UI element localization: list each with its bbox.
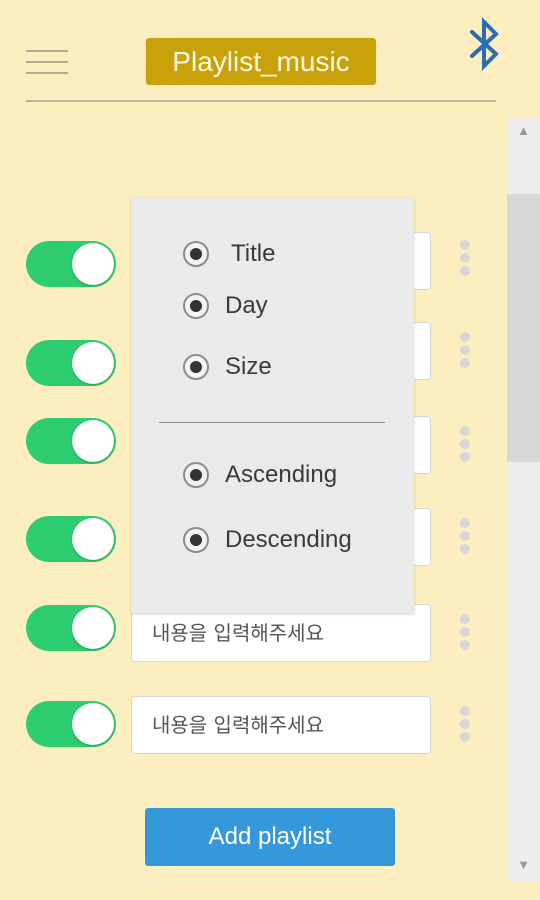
- toggle-knob: [72, 420, 114, 462]
- scroll-up-arrow-icon[interactable]: ▲: [507, 118, 540, 144]
- more-options-icon[interactable]: [458, 614, 472, 660]
- playlist-toggle[interactable]: [26, 340, 116, 386]
- hamburger-menu-icon[interactable]: [26, 50, 68, 76]
- sort-option-label: Size: [225, 353, 272, 380]
- radio-button[interactable]: [183, 241, 209, 267]
- scroll-down-arrow-icon[interactable]: ▼: [507, 852, 540, 878]
- order-option-descending[interactable]: Descending: [183, 524, 352, 556]
- more-options-icon[interactable]: [458, 426, 472, 472]
- header-divider: [26, 100, 496, 102]
- order-option-ascending[interactable]: Ascending: [183, 459, 337, 491]
- radio-button[interactable]: [183, 293, 209, 319]
- playlist-name-input[interactable]: [131, 696, 431, 754]
- toggle-knob: [72, 703, 114, 745]
- playlist-row: [0, 696, 500, 756]
- toggle-knob: [72, 342, 114, 384]
- more-options-icon[interactable]: [458, 706, 472, 752]
- popup-divider: [159, 422, 385, 423]
- page-title: Playlist_music: [146, 38, 376, 85]
- toggle-knob: [72, 518, 114, 560]
- playlist-toggle[interactable]: [26, 701, 116, 747]
- more-options-icon[interactable]: [458, 332, 472, 378]
- sort-option-size[interactable]: Size: [183, 351, 272, 383]
- sort-option-label: Day: [225, 292, 268, 319]
- sort-option-day[interactable]: Day: [183, 290, 268, 322]
- more-options-icon[interactable]: [458, 518, 472, 564]
- toggle-knob: [72, 607, 114, 649]
- sort-option-label: Title: [231, 240, 276, 267]
- order-option-label: Ascending: [225, 461, 338, 488]
- playlist-row: [0, 604, 500, 664]
- radio-button[interactable]: [183, 527, 209, 553]
- add-playlist-button[interactable]: Add playlist: [145, 808, 395, 866]
- sort-option-title[interactable]: Title: [183, 238, 275, 270]
- sort-options-popup: Title Day Size Ascending Descending: [131, 198, 414, 613]
- playlist-toggle[interactable]: [26, 241, 116, 287]
- more-options-icon[interactable]: [458, 240, 472, 286]
- order-option-label: Descending: [225, 526, 352, 553]
- scroll-thumb[interactable]: [507, 194, 540, 462]
- playlist-toggle[interactable]: [26, 418, 116, 464]
- radio-button[interactable]: [183, 354, 209, 380]
- scrollbar[interactable]: ▲ ▼: [507, 118, 540, 882]
- toggle-knob: [72, 243, 114, 285]
- radio-button[interactable]: [183, 462, 209, 488]
- bluetooth-icon[interactable]: [464, 16, 504, 72]
- playlist-toggle[interactable]: [26, 516, 116, 562]
- playlist-toggle[interactable]: [26, 605, 116, 651]
